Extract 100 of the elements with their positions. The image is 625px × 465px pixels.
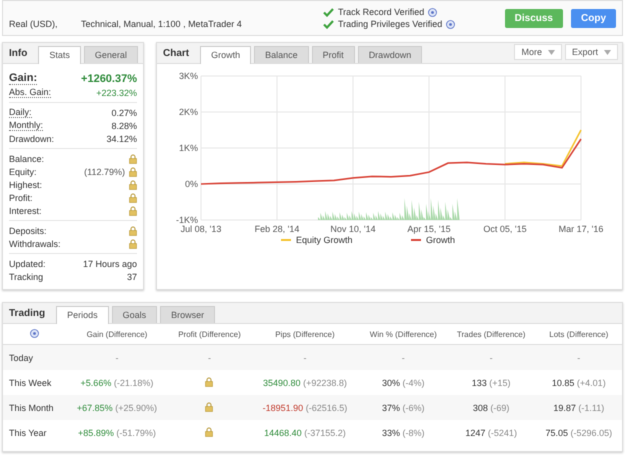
difference-value: (-5241)	[488, 428, 517, 438]
stat-value: 34.12%	[106, 134, 137, 144]
difference-value: (+92238.8)	[303, 378, 347, 388]
table-value: 19.87	[553, 402, 576, 412]
stat-note: (112.79%)	[84, 166, 125, 176]
column-header: Profit (Difference)	[178, 330, 241, 338]
check-icon	[323, 20, 334, 28]
y-tick-label: 1K%	[178, 143, 198, 153]
stat-label: Daily:	[9, 107, 32, 118]
stat-label: Drawdown:	[9, 134, 54, 144]
period-label: This Week	[9, 378, 52, 388]
help-icon[interactable]	[30, 328, 38, 338]
verification-label: Track Record Verified	[338, 7, 424, 17]
y-tick-label: -1K%	[176, 215, 198, 225]
system-info: Technical, Manual, 1:100 , MetaTrader 4	[81, 18, 243, 29]
panel-title: Info	[8, 48, 28, 61]
panel-title: Trading	[8, 308, 46, 321]
account-type: Real (USD),	[9, 18, 59, 29]
column-header: Win % (Difference)	[370, 330, 437, 338]
column-header: Gain (Difference)	[86, 330, 148, 338]
table-value: 37%	[382, 402, 400, 412]
stat-value: +223.32%	[96, 88, 137, 98]
tab[interactable]: General	[84, 46, 138, 63]
difference-value: (-69)	[490, 402, 510, 412]
stat-value: +1260.37%	[81, 72, 137, 84]
stat-label: Monthly:	[9, 120, 44, 131]
tab[interactable]: Stats	[38, 46, 81, 64]
panel-title: Chart	[162, 48, 190, 61]
dropdown-button[interactable]: Export	[564, 44, 618, 60]
difference-value: (+4.01)	[576, 378, 606, 388]
difference-value: (-62516.5)	[306, 402, 348, 412]
padlock-icon	[129, 226, 137, 236]
y-tick-label: 0%	[184, 179, 198, 189]
table-value: 30%	[382, 378, 400, 388]
stat-value: 37	[126, 272, 137, 282]
tab[interactable]: Goals	[112, 306, 158, 323]
table-value: -18951.90	[262, 402, 304, 412]
stat-label: Highest:	[9, 180, 42, 190]
copy-button[interactable]: Copy	[571, 8, 616, 28]
stat-label: Gain:	[9, 72, 38, 85]
x-tick-label: Oct 05, '15	[483, 224, 527, 234]
table-value: 14468.40	[264, 428, 302, 438]
table-value: 35490.80	[263, 378, 301, 388]
padlock-icon	[205, 376, 214, 386]
x-tick-label: Feb 28, '14	[254, 224, 300, 234]
column-header: Trades (Difference)	[456, 330, 526, 338]
difference-value: (-51.79%)	[116, 428, 156, 438]
padlock-icon	[205, 402, 214, 412]
stat-label: Deposits:	[9, 226, 47, 236]
stat-label: Abs. Gain:	[9, 87, 52, 98]
tab[interactable]: Browser	[160, 306, 216, 323]
tab[interactable]: Profit	[312, 46, 355, 63]
difference-value: (-37155.2)	[304, 428, 346, 438]
difference-value: (-6%)	[402, 402, 425, 412]
table-value: -	[577, 352, 580, 362]
x-tick-label: Jul 08, '13	[180, 224, 222, 234]
column-header: Lots (Difference)	[549, 330, 608, 338]
difference-value: (+25.90%)	[115, 402, 157, 412]
verification-label: Trading Privileges Verified	[338, 19, 442, 29]
table-value: 33%	[382, 428, 400, 438]
caret-icon	[548, 50, 555, 54]
difference-value: (-1.11)	[578, 402, 604, 412]
period-label: This Month	[9, 402, 54, 412]
padlock-icon	[129, 238, 137, 248]
padlock-icon	[205, 426, 214, 436]
table-value: -	[490, 352, 493, 362]
difference-value: (+15)	[489, 378, 511, 388]
caret-icon	[604, 50, 611, 54]
stat-label: Profit:	[9, 192, 33, 202]
dropdown-button[interactable]: More	[514, 44, 562, 60]
check-icon	[323, 8, 334, 16]
tab[interactable]: Periods	[56, 306, 109, 324]
table-value: +85.89%	[78, 428, 114, 438]
stat-value: 17 Hours ago	[82, 258, 137, 268]
tab[interactable]: Drawdown	[358, 46, 422, 63]
tab[interactable]: Balance	[254, 46, 309, 63]
tab[interactable]: Growth	[200, 46, 252, 64]
difference-value: (-8%)	[402, 428, 425, 438]
table-value: +67.85%	[76, 402, 113, 412]
table-value: 1247	[465, 428, 486, 438]
difference-value: (-4%)	[402, 378, 425, 388]
stat-label: Tracking	[9, 272, 44, 282]
x-tick-label: Mar 17, '16	[558, 224, 604, 234]
stat-value: 0.27%	[111, 108, 137, 118]
column-header: Pips (Difference)	[275, 330, 335, 338]
period-label: Today	[9, 352, 34, 362]
table-value: -	[115, 352, 118, 362]
stat-value: 8.28%	[111, 120, 137, 130]
padlock-icon	[129, 180, 137, 190]
table-value: 133	[472, 378, 487, 388]
y-tick-label: 3K%	[178, 71, 198, 81]
padlock-icon	[129, 166, 137, 176]
table-value: +5.66%	[80, 378, 112, 388]
table-value: 75.05	[546, 428, 568, 438]
table-value: -	[303, 352, 306, 362]
padlock-icon	[129, 206, 137, 216]
x-tick-label: Nov 10, '14	[330, 224, 376, 234]
stat-label: Interest:	[9, 206, 42, 216]
stat-label: Withdrawals:	[9, 238, 61, 248]
y-tick-label: 2K%	[178, 107, 198, 117]
